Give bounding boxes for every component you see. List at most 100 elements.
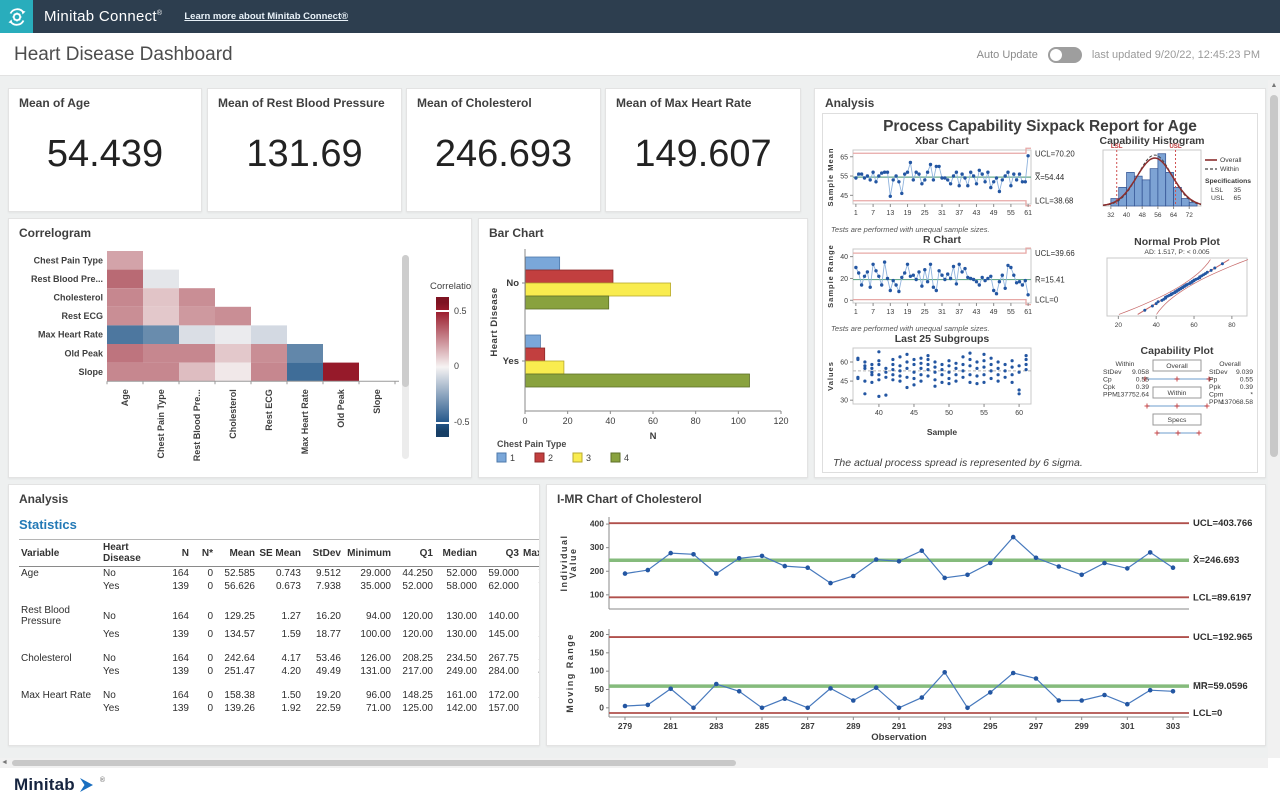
svg-text:PPM: PPM bbox=[1103, 392, 1118, 399]
svg-text:7: 7 bbox=[871, 309, 875, 316]
page-vertical-scrollbar[interactable]: ▲ bbox=[1268, 80, 1280, 758]
svg-text:13: 13 bbox=[886, 309, 894, 316]
colorbar-tick-label: 0.5 bbox=[454, 306, 467, 316]
auto-update-toggle[interactable] bbox=[1048, 47, 1082, 63]
colorbar-tick bbox=[436, 310, 449, 312]
scrollbar-thumb[interactable] bbox=[1270, 95, 1278, 457]
kpi-label: Mean of Age bbox=[19, 96, 90, 110]
kpi-value: 149.607 bbox=[606, 133, 800, 176]
svg-text:1: 1 bbox=[854, 309, 858, 316]
svg-text:Slope: Slope bbox=[372, 389, 382, 414]
svg-text:20: 20 bbox=[1115, 322, 1123, 329]
svg-text:LSL: LSL bbox=[1211, 187, 1223, 194]
svg-text:Cp: Cp bbox=[1103, 377, 1112, 384]
svg-text:Max Heart Rate: Max Heart Rate bbox=[300, 389, 310, 454]
svg-text:61: 61 bbox=[1024, 309, 1032, 316]
svg-text:0.55: 0.55 bbox=[1136, 377, 1149, 384]
top-bar: Minitab Connect® Learn more about Minita… bbox=[0, 0, 1280, 33]
svg-text:UCL=403.766: UCL=403.766 bbox=[1193, 518, 1252, 529]
svg-text:Chest Pain Type: Chest Pain Type bbox=[34, 255, 103, 265]
correlation-legend-title: Correlation bbox=[430, 281, 472, 292]
table-row: AgeNo164052.5850.7439.51229.00044.25052.… bbox=[19, 567, 540, 581]
svg-text:279: 279 bbox=[618, 721, 632, 731]
svg-text:Chest Pain Type: Chest Pain Type bbox=[497, 439, 566, 449]
svg-text:20: 20 bbox=[840, 276, 848, 283]
svg-text:65: 65 bbox=[1233, 195, 1241, 202]
panel-title: Bar Chart bbox=[489, 226, 544, 240]
svg-text:60: 60 bbox=[1190, 322, 1198, 329]
svg-text:20: 20 bbox=[563, 416, 573, 426]
kpi-card-mean-of-age: Mean of Age 54.439 bbox=[8, 88, 202, 212]
svg-text:LCL=38.68: LCL=38.68 bbox=[1035, 197, 1073, 206]
correlogram-panel: Correlogram Chest Pain TypeRest Blood Pr… bbox=[8, 218, 472, 478]
svg-text:UCL=192.965: UCL=192.965 bbox=[1193, 632, 1253, 643]
scrollbar-thumb[interactable] bbox=[12, 760, 736, 766]
svg-text:293: 293 bbox=[938, 721, 952, 731]
svg-text:Specs: Specs bbox=[1168, 417, 1187, 424]
svg-text:Within: Within bbox=[1220, 166, 1239, 173]
svg-text:0: 0 bbox=[522, 416, 527, 426]
column-header: N bbox=[163, 540, 191, 567]
svg-text:Rest Blood Pre...: Rest Blood Pre... bbox=[192, 389, 202, 461]
svg-text:M̅R̅=59.0596: M̅R̅=59.0596 bbox=[1193, 681, 1248, 692]
svg-text:32: 32 bbox=[1107, 212, 1115, 219]
column-header: Q1 bbox=[393, 540, 435, 567]
svg-text:Overall: Overall bbox=[1220, 157, 1242, 164]
svg-text:297: 297 bbox=[1029, 721, 1043, 731]
panel-title: I-MR Chart of Cholesterol bbox=[557, 492, 702, 506]
svg-text:60: 60 bbox=[1015, 410, 1023, 417]
footer-registered-mark: ® bbox=[100, 777, 105, 784]
svg-text:UCL=39.66: UCL=39.66 bbox=[1035, 249, 1075, 258]
process-capability-sixpack-graph: Process Capability Sixpack Report for Ag… bbox=[822, 113, 1258, 473]
toggle-knob bbox=[1050, 49, 1062, 61]
kpi-label: Mean of Max Heart Rate bbox=[616, 96, 751, 110]
sixpack-title: Process Capability Sixpack Report for Ag… bbox=[823, 118, 1257, 136]
table-header: VariableHeart DiseaseNN*MeanSE MeanStDev… bbox=[19, 540, 540, 567]
correlogram-scrollbar[interactable] bbox=[402, 255, 409, 459]
svg-text:Slope: Slope bbox=[78, 367, 103, 377]
scrollbar-thumb[interactable] bbox=[402, 255, 409, 387]
svg-text:Sample Range: Sample Range bbox=[826, 244, 835, 308]
svg-text:Cholesterol: Cholesterol bbox=[53, 293, 103, 303]
svg-text:65: 65 bbox=[840, 154, 848, 161]
svg-text:Max Heart Rate: Max Heart Rate bbox=[38, 330, 103, 340]
svg-text:287: 287 bbox=[801, 721, 815, 731]
svg-text:45: 45 bbox=[840, 193, 848, 200]
svg-text:299: 299 bbox=[1075, 721, 1089, 731]
moving-range-chart: UCL=192.965M̅R̅=59.0596LCL=0050100150200… bbox=[553, 625, 1259, 746]
svg-text:300: 300 bbox=[590, 542, 604, 552]
learn-more-link[interactable]: Learn more about Minitab Connect® bbox=[184, 11, 348, 22]
svg-text:N: N bbox=[650, 431, 657, 442]
svg-text:303: 303 bbox=[1166, 721, 1180, 731]
svg-text:Normal Prob Plot: Normal Prob Plot bbox=[1134, 237, 1220, 248]
svg-text:Yes: Yes bbox=[503, 356, 519, 367]
svg-text:49: 49 bbox=[990, 210, 998, 217]
panel-title: Analysis bbox=[825, 96, 874, 110]
svg-text:56: 56 bbox=[1154, 212, 1162, 219]
svg-text:LSL: LSL bbox=[1111, 143, 1123, 150]
colorbar-tick-label: -0.5 bbox=[454, 417, 470, 427]
column-header: Mean bbox=[215, 540, 257, 567]
svg-text:200: 200 bbox=[590, 566, 604, 576]
svg-text:R̄=15.41: R̄=15.41 bbox=[1035, 276, 1065, 285]
svg-text:Heart Disease: Heart Disease bbox=[489, 287, 500, 356]
svg-text:Xbar Chart: Xbar Chart bbox=[915, 136, 969, 147]
colorbar-tick bbox=[436, 422, 449, 424]
table-spacer-row bbox=[19, 641, 540, 652]
svg-text:Overall: Overall bbox=[1219, 361, 1241, 368]
xbar-note: Tests are performed with unequal sample … bbox=[831, 225, 1097, 234]
dashboard-content: Mean of Age 54.439 Mean of Rest Blood Pr… bbox=[0, 76, 1280, 758]
normal-prob-plot: Normal Prob PlotAD: 1.517, P: < 0.005204… bbox=[1099, 237, 1255, 346]
svg-text:Value: Value bbox=[568, 547, 578, 578]
minitab-footer-logo: Minitab ® bbox=[14, 775, 105, 795]
scroll-left-arrow[interactable]: ◄ bbox=[1, 759, 8, 766]
svg-text:49: 49 bbox=[990, 309, 998, 316]
svg-text:120: 120 bbox=[773, 416, 788, 426]
svg-text:60: 60 bbox=[840, 360, 848, 367]
svg-text:R Chart: R Chart bbox=[923, 235, 961, 246]
kpi-label: Mean of Rest Blood Pressure bbox=[218, 96, 385, 110]
page-horizontal-scrollbar[interactable]: ◄ bbox=[0, 758, 1268, 768]
scroll-up-arrow[interactable]: ▲ bbox=[1268, 82, 1280, 89]
kpi-card-mean-of-rest-blood-pressure: Mean of Rest Blood Pressure 131.69 bbox=[207, 88, 402, 212]
svg-text:Cpk: Cpk bbox=[1103, 384, 1116, 391]
